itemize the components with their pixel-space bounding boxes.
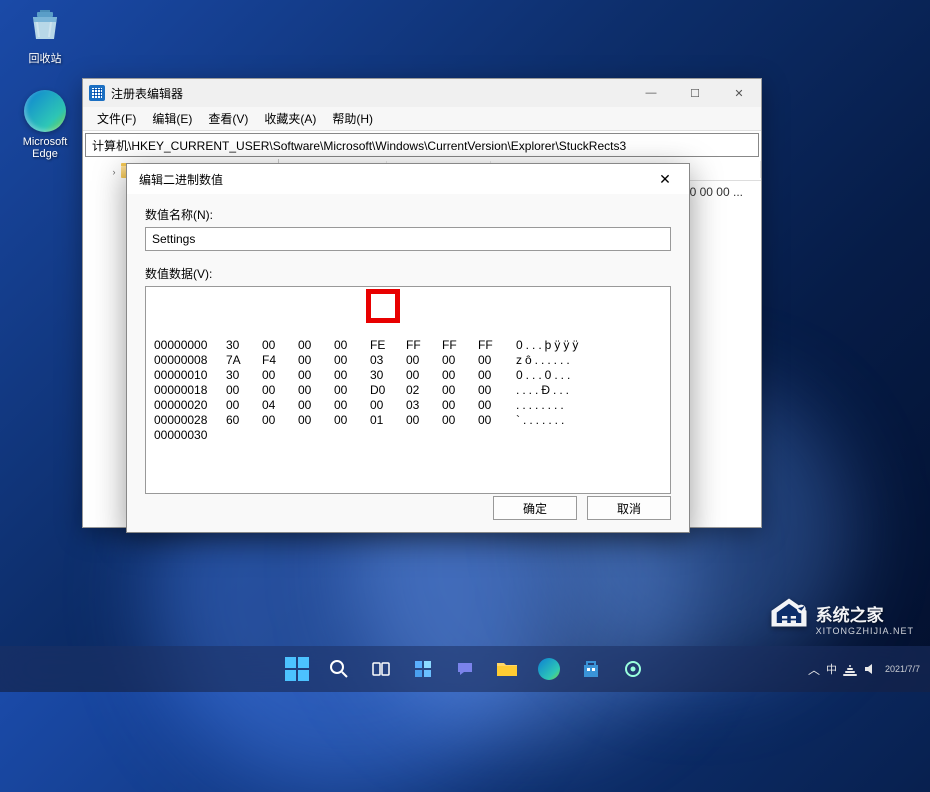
- edge-icon: [24, 90, 66, 132]
- taskbar-taskview[interactable]: [363, 651, 399, 687]
- hex-row[interactable]: 00000030: [154, 428, 662, 443]
- taskbar-store[interactable]: [573, 651, 609, 687]
- widgets-icon: [413, 659, 433, 679]
- network-icon[interactable]: [843, 662, 857, 676]
- taskbar-edge[interactable]: [531, 651, 567, 687]
- dialog-title: 编辑二进制数值: [139, 171, 649, 188]
- recyclebin-icon: [24, 4, 66, 46]
- minimize-button[interactable]: —: [629, 79, 673, 107]
- watermark-url: XITONGZHIJIA.NET: [816, 626, 914, 636]
- start-button[interactable]: [279, 651, 315, 687]
- taskbar-widgets[interactable]: [405, 651, 441, 687]
- recyclebin-label: 回收站: [10, 50, 80, 66]
- store-icon: [581, 659, 601, 679]
- ime-icon[interactable]: 中: [826, 661, 837, 677]
- hex-row[interactable]: 000000286000000001000000`.......: [154, 413, 662, 428]
- regedit-addressbar[interactable]: 计算机\HKEY_CURRENT_USER\Software\Microsoft…: [85, 133, 759, 157]
- regedit-titlebar[interactable]: 注册表编辑器 — ☐ ✕: [83, 79, 761, 107]
- hex-row[interactable]: 0000000030000000FEFFFFFF0...þÿÿÿ: [154, 338, 662, 353]
- value-name-input[interactable]: [145, 227, 671, 251]
- edit-binary-dialog: 编辑二进制数值 ✕ 数值名称(N): 数值数据(V): 000000003000…: [126, 163, 690, 533]
- taskbar: ︿ 中 2021/7/7: [0, 646, 930, 692]
- highlight-box: [366, 289, 400, 323]
- close-button[interactable]: ✕: [717, 79, 761, 107]
- taskview-icon: [371, 659, 391, 679]
- hex-editor[interactable]: 0000000030000000FEFFFFFF0...þÿÿÿ00000008…: [145, 286, 671, 494]
- hex-row[interactable]: 000000087AF4000003000000zô......: [154, 353, 662, 368]
- menu-file[interactable]: 文件(F): [89, 107, 144, 130]
- value-data-label: 数值数据(V):: [145, 265, 671, 282]
- watermark-brand: 系统之家: [816, 601, 914, 626]
- folder-icon: [496, 660, 518, 678]
- watermark: 系统之家 XITONGZHIJIA.NET: [768, 595, 914, 642]
- dialog-close-button[interactable]: ✕: [649, 167, 681, 191]
- regedit-title: 注册表编辑器: [111, 85, 629, 102]
- taskbar-settings[interactable]: [615, 651, 651, 687]
- value-name-label: 数值名称(N):: [145, 206, 671, 223]
- edge-icon: [538, 658, 560, 680]
- watermark-icon: [768, 595, 810, 642]
- desktop-icon-recyclebin[interactable]: 回收站: [10, 4, 80, 66]
- search-icon: [329, 659, 349, 679]
- desktop-icon-edge[interactable]: Microsoft Edge: [10, 90, 80, 160]
- dialog-titlebar[interactable]: 编辑二进制数值 ✕: [127, 164, 689, 194]
- taskbar-search[interactable]: [321, 651, 357, 687]
- volume-icon[interactable]: [863, 662, 877, 676]
- edge-label: Microsoft Edge: [10, 136, 80, 160]
- taskbar-clock[interactable]: 2021/7/7: [885, 663, 920, 675]
- chevron-right-icon: ›: [109, 167, 119, 177]
- cancel-button[interactable]: 取消: [587, 496, 671, 520]
- menu-edit[interactable]: 编辑(E): [144, 107, 200, 130]
- gear-icon: [623, 659, 643, 679]
- regedit-app-icon: [89, 85, 105, 101]
- menu-favorites[interactable]: 收藏夹(A): [256, 107, 324, 130]
- maximize-button[interactable]: ☐: [673, 79, 717, 107]
- regedit-menubar: 文件(F) 编辑(E) 查看(V) 收藏夹(A) 帮助(H): [83, 107, 761, 131]
- taskbar-explorer[interactable]: [489, 651, 525, 687]
- chat-icon: [455, 659, 475, 679]
- chevron-up-icon[interactable]: ︿: [808, 661, 820, 678]
- menu-help[interactable]: 帮助(H): [324, 107, 381, 130]
- taskbar-tray: ︿ 中 2021/7/7: [808, 661, 920, 678]
- ok-button[interactable]: 确定: [493, 496, 577, 520]
- hex-row[interactable]: 000000200004000000030000........: [154, 398, 662, 413]
- hex-row[interactable]: 0000001800000000D0020000....Ð...: [154, 383, 662, 398]
- menu-view[interactable]: 查看(V): [200, 107, 256, 130]
- hex-row[interactable]: 0000001030000000300000000...0...: [154, 368, 662, 383]
- windows-logo-icon: [285, 657, 309, 681]
- taskbar-chat[interactable]: [447, 651, 483, 687]
